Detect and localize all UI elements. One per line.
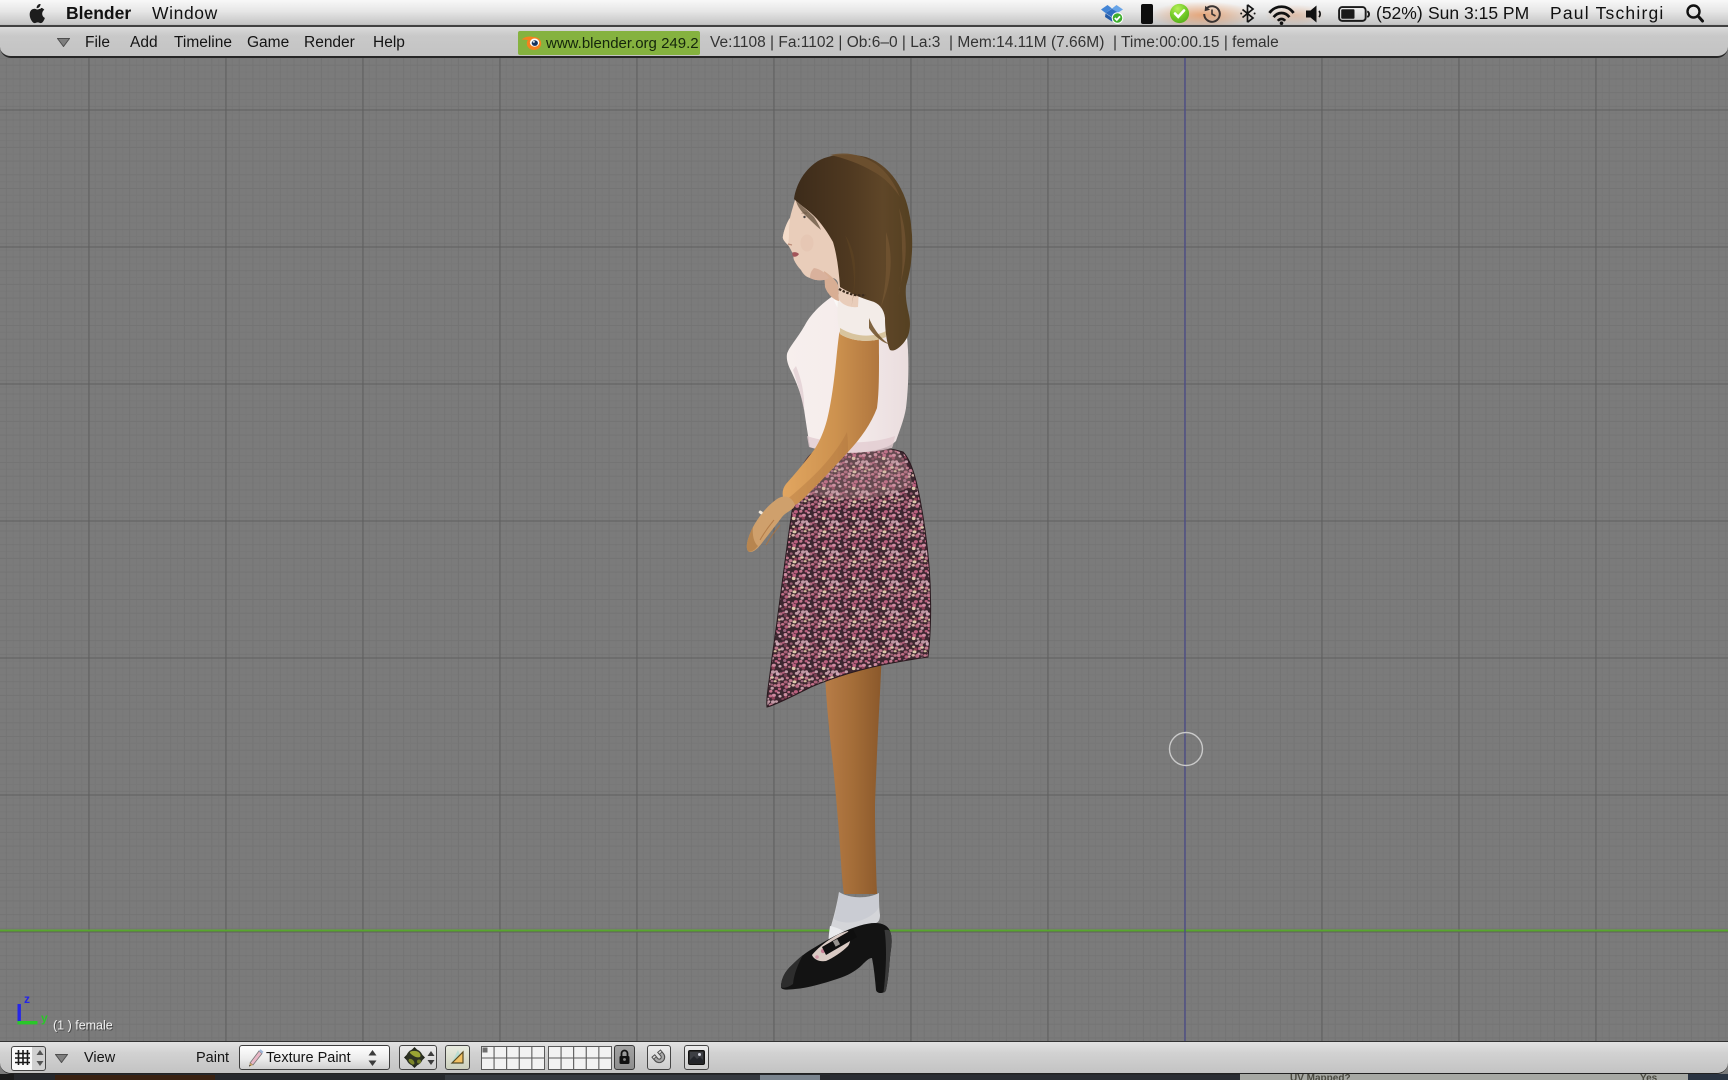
- svg-text:y: y: [41, 1011, 48, 1025]
- svg-text:z: z: [24, 992, 30, 1006]
- svg-text:(1 ) female: (1 ) female: [53, 1019, 113, 1033]
